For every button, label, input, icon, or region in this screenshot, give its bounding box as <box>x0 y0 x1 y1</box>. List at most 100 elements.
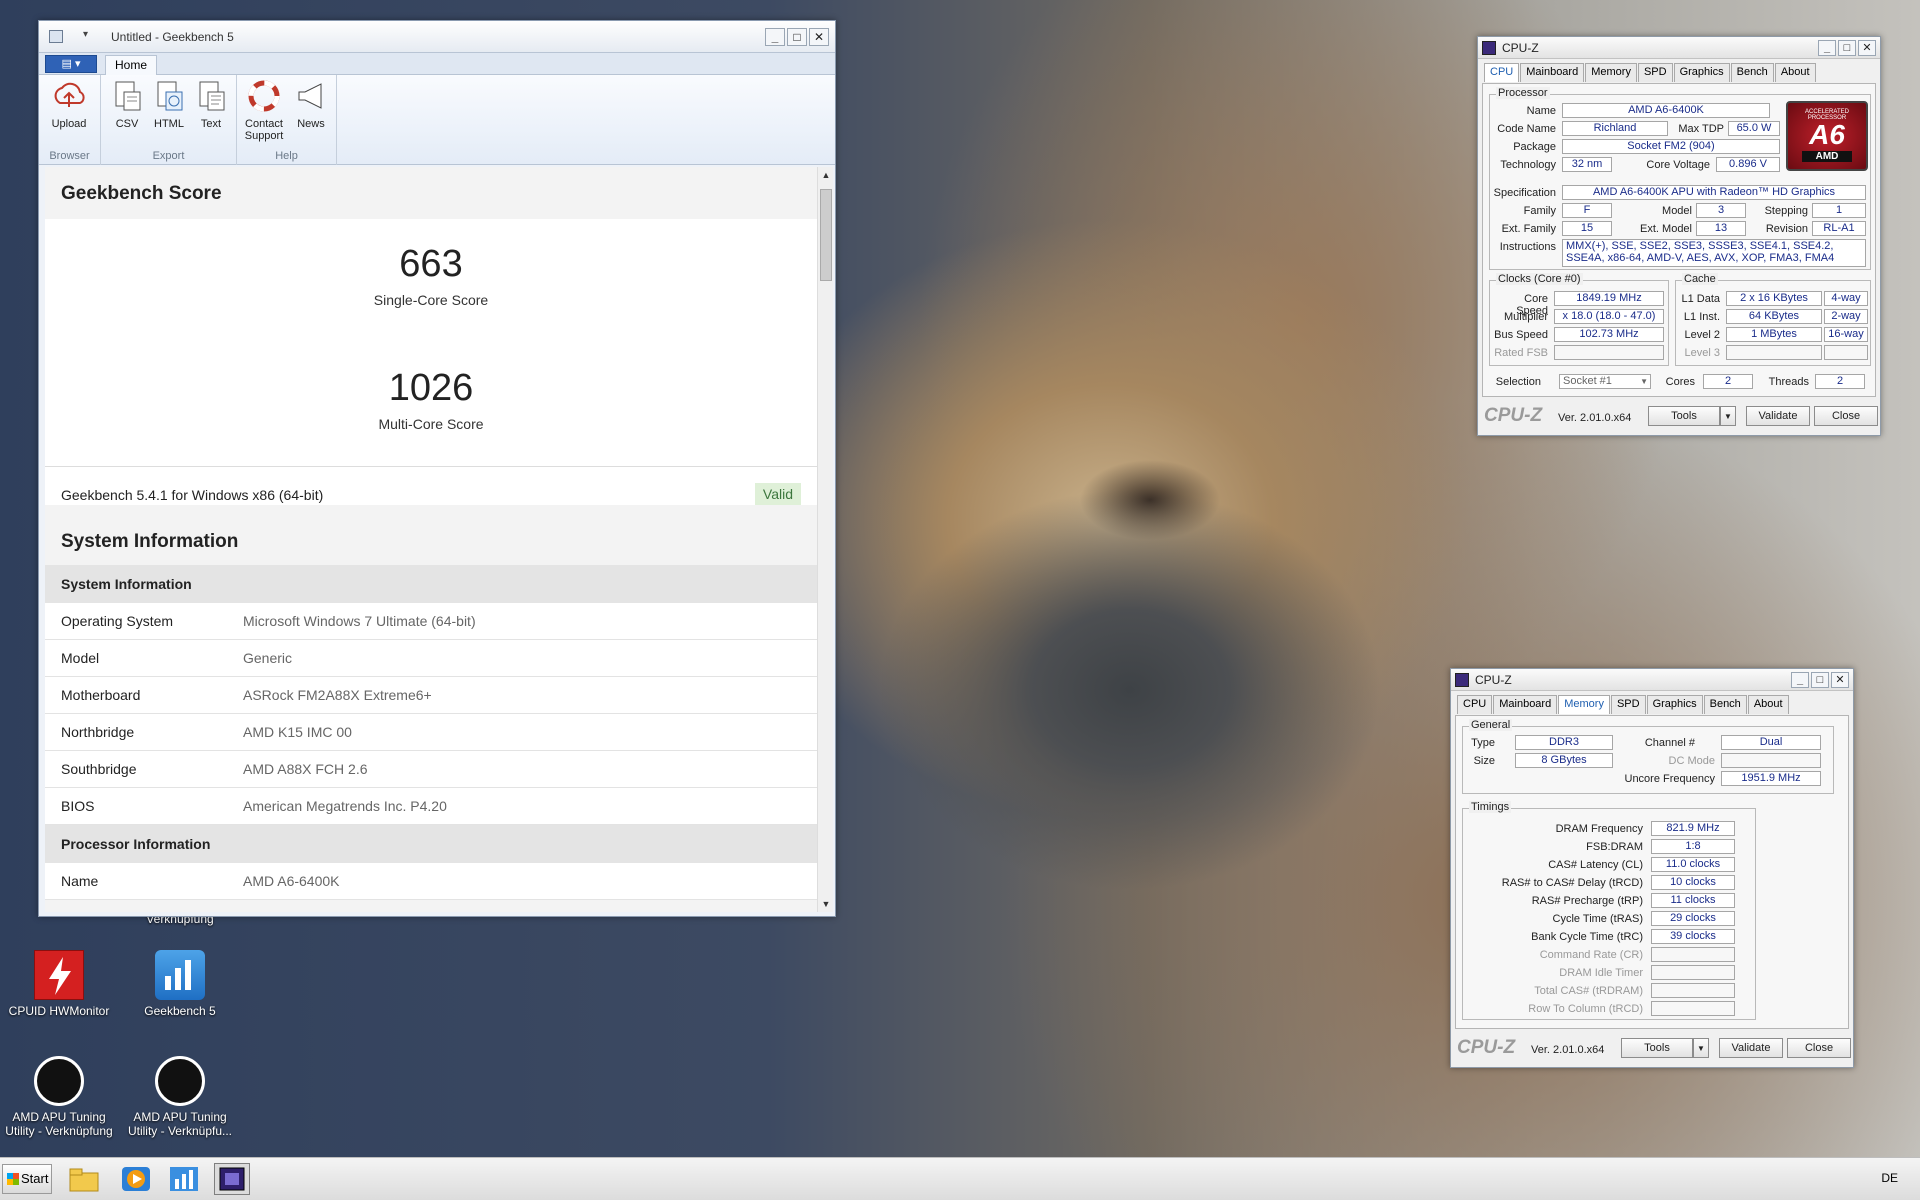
timing-label: Row To Column (tRCD) <box>1528 1003 1643 1015</box>
stepping-label: Stepping <box>1764 205 1808 217</box>
taskbar-geekbench[interactable] <box>166 1163 202 1195</box>
validate-button[interactable]: Validate <box>1719 1038 1783 1058</box>
taskbar-cpuz[interactable] <box>214 1163 250 1195</box>
table-row: Southbridge AMD A88X FCH 2.6 <box>45 751 817 788</box>
row-key: Motherboard <box>61 687 141 703</box>
vertical-scrollbar[interactable]: ▲ ▼ <box>817 167 833 912</box>
app-menu-icon[interactable] <box>49 30 63 43</box>
timing-value: 11.0 clocks <box>1651 857 1735 872</box>
timing-label: Bank Cycle Time (tRC) <box>1531 931 1643 943</box>
language-indicator[interactable]: DE <box>1881 1171 1898 1185</box>
dc-mode-value <box>1721 753 1821 768</box>
upload-button[interactable]: Upload <box>47 79 91 130</box>
version-label: Ver. 2.01.0.x64 <box>1531 1044 1605 1056</box>
bottom-bar: CPU-Z Ver. 2.01.0.x64 Tools ▼ Validate C… <box>1451 1035 1853 1061</box>
table-row: Name AMD A6-6400K <box>45 863 817 900</box>
tab-bench[interactable]: Bench <box>1730 63 1774 82</box>
file-menu-button[interactable]: ▤ ▾ <box>45 55 97 73</box>
title-bar[interactable]: ▾ Untitled - Geekbench 5 _ □ ✕ <box>39 21 835 53</box>
quick-access-dropdown-icon[interactable]: ▾ <box>83 29 88 40</box>
validate-label: Validate <box>1731 1042 1771 1054</box>
close-app-button[interactable]: Close <box>1814 406 1878 426</box>
tools-dropdown-button[interactable]: ▼ <box>1693 1038 1709 1058</box>
tab-graphics[interactable]: Graphics <box>1673 63 1730 82</box>
scroll-up-arrow-icon[interactable]: ▲ <box>818 167 834 183</box>
type-value: DDR3 <box>1515 735 1613 750</box>
timing-value <box>1651 965 1735 980</box>
close-label: Close <box>1831 410 1861 422</box>
package-label: Package <box>1513 141 1556 153</box>
contact-support-label: Contact Support <box>244 118 284 142</box>
taskbar-explorer[interactable] <box>66 1163 102 1195</box>
validate-button[interactable]: Validate <box>1746 406 1810 426</box>
dc-mode-label: DC Mode <box>1668 755 1715 767</box>
ext-family-label: Ext. Family <box>1501 223 1556 235</box>
cores-value: 2 <box>1703 374 1753 389</box>
name-value: AMD A6-6400K <box>1562 103 1770 118</box>
close-app-button[interactable]: Close <box>1787 1038 1851 1058</box>
tab-memory[interactable]: Memory <box>1558 695 1610 714</box>
tab-cpu[interactable]: CPU <box>1484 63 1520 82</box>
tab-panel: Processor Name AMD A6-6400K Code Name Ri… <box>1482 83 1876 397</box>
table-header: System Information <box>45 565 817 603</box>
revision-value: RL-A1 <box>1812 221 1866 236</box>
desktop-icon-geekbench[interactable]: Geekbench 5 <box>124 950 236 1018</box>
tab-spd[interactable]: SPD <box>1610 695 1646 714</box>
minimize-button[interactable]: _ <box>765 28 785 46</box>
title-bar[interactable]: CPU-Z _ □ ✕ <box>1478 37 1880 59</box>
csv-button[interactable]: CSV <box>105 79 149 130</box>
timing-value <box>1651 947 1735 962</box>
close-button[interactable]: ✕ <box>1858 40 1876 56</box>
news-button[interactable]: News <box>289 79 333 130</box>
results-pane[interactable]: Geekbench Score 663 Single-Core Score 10… <box>45 167 817 912</box>
start-button[interactable]: Start <box>2 1164 52 1194</box>
timing-value: 11 clocks <box>1651 893 1735 908</box>
text-button[interactable]: Text <box>189 79 233 130</box>
ribbon: Upload Browser CSV HTML Text Export Cont… <box>39 75 835 165</box>
contact-support-button[interactable]: Contact Support <box>239 79 289 142</box>
tab-spd[interactable]: SPD <box>1637 63 1673 82</box>
channel-value: Dual <box>1721 735 1821 750</box>
channel-label: Channel # <box>1644 737 1695 749</box>
desktop-icon-amd-apu-tuning-2[interactable]: AMD APU Tuning Utility - Verknüpfu... <box>124 1056 236 1138</box>
level2-value: 1 MBytes <box>1726 327 1822 342</box>
close-button[interactable]: ✕ <box>1831 672 1849 688</box>
scrollbar-thumb[interactable] <box>820 189 832 281</box>
tab-about[interactable]: About <box>1747 695 1789 714</box>
minimize-button[interactable]: _ <box>1818 40 1836 56</box>
tab-memory[interactable]: Memory <box>1585 63 1637 82</box>
tab-mainboard[interactable]: Mainboard <box>1520 63 1585 82</box>
tab-graphics[interactable]: Graphics <box>1646 695 1703 714</box>
tools-dropdown-button[interactable]: ▼ <box>1720 406 1736 426</box>
tab-home[interactable]: Home <box>105 55 157 76</box>
maximize-button[interactable]: □ <box>1811 672 1829 688</box>
tab-mainboard[interactable]: Mainboard <box>1493 695 1558 714</box>
title-bar[interactable]: CPU-Z _ □ ✕ <box>1451 669 1853 691</box>
maximize-button[interactable]: □ <box>1838 40 1856 56</box>
desktop-icon-label: Geekbench 5 <box>144 1004 216 1018</box>
taskbar-media-player[interactable] <box>118 1163 154 1195</box>
ribbon-tab-bar: ▤ ▾ Home <box>39 53 835 76</box>
core-voltage-value: 0.896 V <box>1716 157 1780 172</box>
tab-panel: General Type DDR3 Channel # Dual Size 8 … <box>1455 715 1849 1029</box>
tab-about[interactable]: About <box>1774 63 1816 82</box>
tools-button[interactable]: Tools <box>1621 1038 1693 1058</box>
minimize-button[interactable]: _ <box>1791 672 1809 688</box>
scroll-down-arrow-icon[interactable]: ▼ <box>818 896 834 912</box>
tab-bar: CPU Mainboard Memory SPD Graphics Bench … <box>1484 63 1817 82</box>
geekbench-icon <box>155 950 205 1000</box>
multiplier-label: Multiplier <box>1503 311 1548 323</box>
csv-label: CSV <box>115 118 139 130</box>
timing-label: DRAM Idle Timer <box>1559 967 1643 979</box>
chevron-down-icon: ▼ <box>1724 412 1732 421</box>
html-button[interactable]: HTML <box>147 79 191 130</box>
tab-cpu[interactable]: CPU <box>1457 695 1493 714</box>
table-row: Operating System Microsoft Windows 7 Ulti… <box>45 603 817 640</box>
desktop-icon-hwmonitor[interactable]: CPUID HWMonitor <box>3 950 115 1018</box>
socket-select[interactable]: Socket #1 ▼ <box>1559 374 1651 389</box>
desktop-icon-amd-apu-tuning-1[interactable]: AMD APU Tuning Utility - Verknüpfung <box>3 1056 115 1138</box>
close-button[interactable]: ✕ <box>809 28 829 46</box>
tab-bench[interactable]: Bench <box>1703 695 1747 714</box>
maximize-button[interactable]: □ <box>787 28 807 46</box>
tools-button[interactable]: Tools <box>1648 406 1720 426</box>
